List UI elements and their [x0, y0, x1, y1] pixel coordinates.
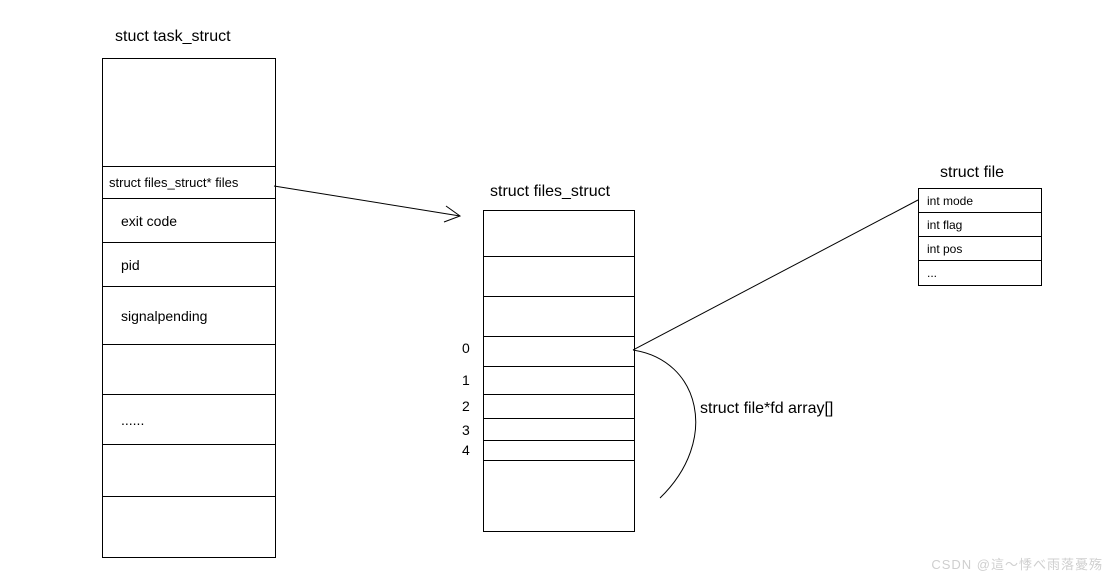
field-exit-code: exit code	[103, 199, 275, 243]
fd-index-3: 3	[462, 422, 470, 438]
task-struct-box: struct files_struct* files exit code pid…	[102, 58, 276, 558]
field-signalpending: signalpending	[103, 287, 275, 345]
fd-array-label: struct file*fd array[]	[700, 400, 833, 418]
field-files-ptr: struct files_struct* files	[103, 167, 275, 199]
fd-index-4: 4	[462, 442, 470, 458]
fd-row-0	[484, 337, 634, 367]
fd-row-1	[484, 367, 634, 395]
field-pid: pid	[103, 243, 275, 287]
fd-row-3	[484, 419, 634, 441]
files-struct-row-1	[484, 257, 634, 297]
file-box: int mode int flag int pos ...	[918, 188, 1042, 286]
title-file: struct file	[940, 164, 1004, 182]
file-field-mode: int mode	[919, 189, 1041, 213]
title-files-struct: struct files_struct	[490, 183, 610, 201]
file-field-etc: ...	[919, 261, 1041, 285]
files-struct-box	[483, 210, 635, 532]
fd-index-2: 2	[462, 398, 470, 414]
fd-index-0: 0	[462, 340, 470, 356]
task-struct-empty-top	[103, 59, 275, 167]
fd-index-1: 1	[462, 372, 470, 388]
field-etc-2: ......	[103, 395, 275, 445]
file-field-flag: int flag	[919, 213, 1041, 237]
watermark: CSDN @這～悸べ雨落憂殇	[931, 554, 1103, 573]
files-struct-row-2	[484, 297, 634, 337]
task-struct-empty-mid	[103, 445, 275, 497]
field-etc-1	[103, 345, 275, 395]
file-field-pos: int pos	[919, 237, 1041, 261]
fd-row-4	[484, 441, 634, 461]
files-struct-row-0	[484, 211, 634, 257]
title-task-struct: stuct task_struct	[115, 28, 231, 46]
fd-row-2	[484, 395, 634, 419]
